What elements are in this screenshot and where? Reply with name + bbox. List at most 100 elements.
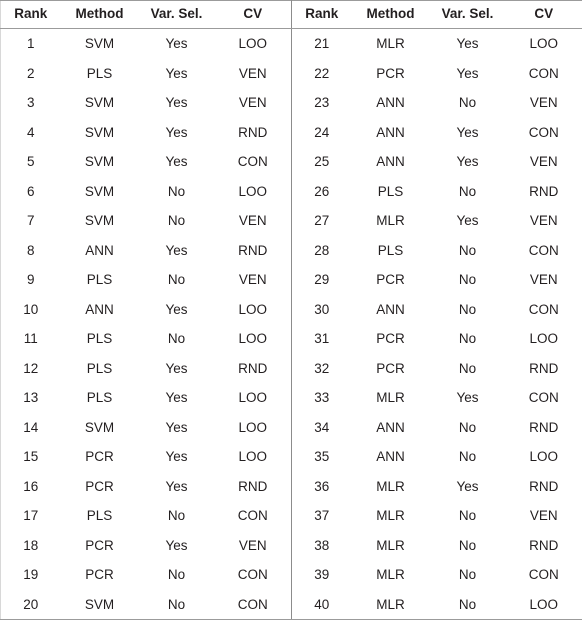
cell-method-right: MLR: [376, 567, 405, 582]
cell-method-right: PLS: [377, 183, 404, 199]
cell-varsel-left: No: [167, 183, 186, 199]
cell-rank-left: 4: [0, 117, 61, 147]
cell-rank-right: 39: [314, 567, 330, 582]
cell-rank-left: 13: [0, 383, 61, 413]
cell-cv-left: RND: [214, 117, 292, 147]
cell-method-left: SVM: [84, 419, 115, 435]
cell-varsel-left: Yes: [165, 390, 188, 405]
cell-method-left: PLS: [86, 331, 113, 346]
cell-cv-right: CON: [505, 235, 582, 265]
cell-varsel-left: Yes: [165, 449, 188, 464]
cell-method-left: SVM: [84, 154, 115, 169]
cell-method-right: PLS: [377, 242, 404, 258]
cell-cv-right: CON: [505, 383, 582, 413]
cell-cv-left: LOO: [214, 412, 292, 442]
table-row: 19 PCR No CON 39 MLR No CON: [0, 560, 582, 590]
cell-method-right: PCR: [376, 65, 405, 81]
cell-cv-right: RND: [505, 353, 582, 383]
cell-varsel-left: No: [167, 213, 186, 228]
cell-rank-left: 10: [0, 294, 61, 324]
cell-method-left: PLS: [86, 508, 113, 523]
cell-varsel-right: No: [429, 589, 506, 620]
table-row: 20 SVM No CON 40 MLR No LOO: [0, 589, 582, 620]
cell-varsel-right: No: [458, 183, 477, 199]
cell-varsel-right: No: [458, 419, 477, 435]
cell-varsel-left: Yes: [165, 154, 188, 169]
table-row: 11 PLS No LOO 31 PCR No LOO: [0, 324, 582, 354]
cell-method-right: MLR: [376, 478, 405, 494]
cell-cv-right: CON: [505, 560, 582, 590]
column-header-rank-left: Rank: [0, 0, 61, 29]
table-row: 1 SVM Yes LOO 21 MLR Yes LOO: [0, 28, 582, 59]
table-header-row: Rank Method Var. Sel. CV Rank Method Var…: [0, 0, 582, 29]
cell-cv-left: VEN: [214, 265, 292, 295]
cell-method-right: ANN: [376, 154, 405, 169]
cell-rank-left: 8: [0, 235, 61, 265]
cell-method-left: SVM: [60, 589, 139, 620]
cell-cv-right: RND: [505, 471, 582, 501]
cell-cv-left: RND: [214, 471, 292, 501]
cell-varsel-left: Yes: [165, 537, 188, 553]
cell-varsel-right: No: [458, 360, 477, 376]
cell-rank-right: 26: [314, 183, 330, 199]
cell-method-left: ANN: [85, 301, 114, 317]
cell-rank-right: 23: [314, 95, 330, 110]
cell-method-right: MLR: [376, 537, 405, 553]
cell-method-left: SVM: [84, 183, 115, 199]
cell-method-right: ANN: [376, 301, 405, 317]
cell-method-left: PLS: [86, 65, 113, 81]
cell-varsel-left: Yes: [165, 124, 188, 140]
cell-varsel-right: No: [458, 331, 477, 346]
cell-method-right: MLR: [376, 213, 405, 228]
cell-cv-right: RND: [505, 176, 582, 206]
cell-rank-right: 28: [314, 242, 330, 258]
cell-varsel-right: Yes: [456, 213, 479, 228]
table-row: 17 PLS No CON 37 MLR No VEN: [0, 501, 582, 531]
cell-cv-right: RND: [505, 530, 582, 560]
cell-rank-left: 19: [0, 560, 61, 590]
cell-method-right: PCR: [376, 360, 405, 376]
cell-method-left: SVM: [84, 36, 115, 51]
cell-method-left: PCR: [85, 567, 114, 582]
cell-method-right: ANN: [376, 449, 405, 464]
cell-rank-right: 36: [314, 478, 330, 494]
cell-varsel-right: No: [458, 95, 477, 110]
cell-cv-right: LOO: [505, 589, 582, 620]
cell-cv-left: RND: [214, 235, 292, 265]
cell-cv-left: VEN: [214, 58, 292, 88]
table-body: 1 SVM Yes LOO 21 MLR Yes LOO 2 PLS Yes VEN 22 PCR Yes C…: [0, 28, 582, 620]
cell-method-right: MLR: [351, 589, 430, 620]
table-row: 16 PCR Yes RND 36 MLR Yes RND: [0, 471, 582, 501]
cell-varsel-left: Yes: [165, 419, 188, 435]
cell-rank-right: 21: [314, 36, 330, 51]
cell-varsel-right: No: [458, 272, 477, 287]
table-row: 5 SVM Yes CON 25 ANN Yes VEN: [0, 147, 582, 177]
cell-cv-left: RND: [214, 353, 292, 383]
cell-varsel-left: No: [167, 272, 186, 287]
table-row: 14 SVM Yes LOO 34 ANN No RND: [0, 412, 582, 442]
cell-cv-left: LOO: [214, 28, 292, 59]
cell-method-left: PLS: [86, 272, 113, 287]
cell-rank-left: 1: [0, 28, 61, 59]
cell-cv-right: VEN: [505, 147, 582, 177]
cell-method-left: PCR: [85, 449, 114, 464]
cell-varsel-right: Yes: [456, 124, 479, 140]
cell-method-right: PCR: [376, 272, 405, 287]
cell-cv-left: CON: [214, 501, 292, 531]
cell-varsel-left: Yes: [165, 242, 188, 258]
cell-cv-left: LOO: [214, 324, 292, 354]
cell-rank-right: 38: [314, 537, 330, 553]
cell-method-left: SVM: [84, 213, 115, 228]
cell-cv-left: LOO: [214, 383, 292, 413]
cell-varsel-left: No: [167, 331, 186, 346]
table-row: 2 PLS Yes VEN 22 PCR Yes CON: [0, 58, 582, 88]
cell-varsel-left: Yes: [165, 360, 188, 376]
column-header-method-left: Method: [60, 0, 139, 29]
table-row: 10 ANN Yes LOO 30 ANN No CON: [0, 294, 582, 324]
cell-varsel-left: Yes: [165, 95, 188, 110]
cell-method-right: MLR: [376, 390, 405, 405]
cell-varsel-right: Yes: [456, 478, 479, 494]
cell-rank-right: 30: [314, 301, 330, 317]
cell-cv-right: LOO: [505, 442, 582, 472]
cell-varsel-right: No: [458, 537, 477, 553]
